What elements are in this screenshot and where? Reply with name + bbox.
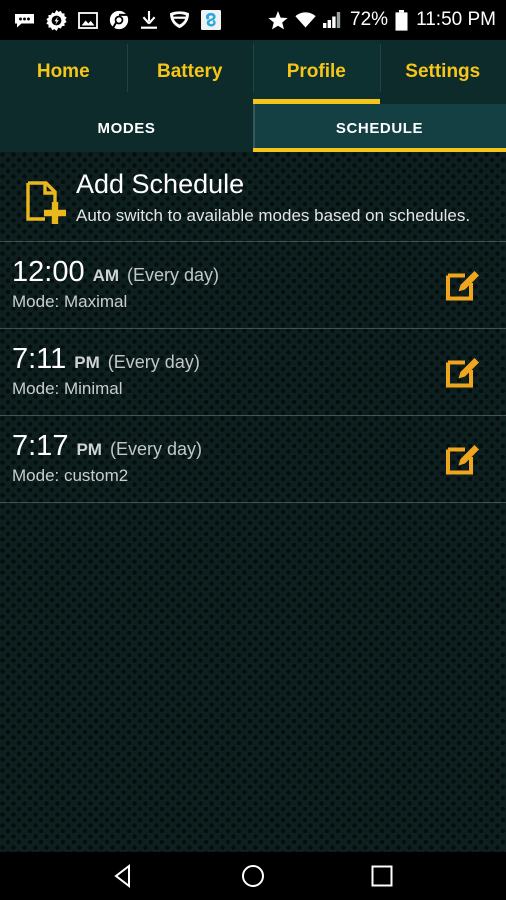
subtab-schedule-label: SCHEDULE — [335, 119, 424, 137]
add-schedule-row[interactable]: Add Schedule Auto switch to available mo… — [0, 152, 506, 241]
cellular-signal-icon — [323, 12, 343, 28]
home-button[interactable] — [223, 852, 283, 900]
schedule-list-item[interactable]: 7:17 PM (Every day) Mode: custom2 — [0, 416, 506, 502]
schedule-content: Add Schedule Auto switch to available mo… — [0, 152, 506, 852]
schedule-time: 7:11 — [12, 343, 67, 375]
divider — [0, 502, 506, 503]
chrome-browser-icon — [109, 10, 129, 30]
gallery-image-icon — [78, 11, 98, 29]
schedule-time: 12:00 — [12, 256, 85, 288]
primary-tab-bar: Home Battery Profile Settings — [0, 40, 506, 104]
subtab-schedule[interactable]: SCHEDULE — [253, 104, 506, 152]
tab-settings[interactable]: Settings — [379, 40, 506, 104]
tab-battery[interactable]: Battery — [126, 40, 254, 104]
add-schedule-text: Add Schedule Auto switch to available mo… — [76, 168, 494, 227]
tab-home-label: Home — [36, 61, 90, 82]
tab-profile-label: Profile — [286, 61, 346, 82]
schedule-mode: Mode: custom2 — [12, 466, 129, 485]
schedule-meridiem: AM — [92, 266, 120, 285]
battery-full-icon — [395, 9, 408, 31]
schedule-details: 7:11 PM (Every day) Mode: Minimal — [12, 342, 434, 400]
edit-pencil-icon[interactable] — [434, 440, 492, 476]
android-navigation-bar — [0, 852, 506, 900]
back-button[interactable] — [94, 852, 154, 900]
vpn-shield-icon — [169, 11, 190, 29]
download-icon — [140, 10, 158, 30]
tab-settings-label: Settings — [405, 61, 481, 82]
schedule-repeat: (Every day) — [107, 352, 200, 372]
subtab-modes-label: MODES — [97, 119, 156, 137]
add-document-icon — [14, 168, 76, 226]
schedule-time-line: 7:17 PM (Every day) — [12, 429, 434, 463]
subtab-modes[interactable]: MODES — [0, 104, 253, 152]
schedule-list-item[interactable]: 12:00 AM (Every day) Mode: Maximal — [0, 242, 506, 328]
status-bar-system-icons: 72% 11:50 PM — [268, 9, 496, 31]
status-bar-clock: 11:50 PM — [416, 9, 496, 30]
schedule-meridiem: PM — [76, 440, 102, 459]
schedule-time-line: 12:00 AM (Every day) — [12, 255, 434, 289]
app-screen: 72% 11:50 PM Home Battery Profile Settin… — [0, 0, 506, 900]
schedule-time-line: 7:11 PM (Every day) — [12, 342, 434, 376]
schedule-mode: Mode: Maximal — [12, 292, 128, 311]
tab-battery-label: Battery — [157, 61, 223, 82]
messages-icon — [14, 13, 35, 28]
status-bar-notification-icons — [14, 9, 268, 31]
secondary-tab-bar: MODES SCHEDULE — [0, 104, 506, 152]
wifi-icon — [295, 12, 316, 28]
tab-home[interactable]: Home — [0, 40, 127, 104]
schedule-repeat: (Every day) — [109, 439, 202, 459]
recents-button[interactable] — [352, 852, 412, 900]
status-bar: 72% 11:50 PM — [0, 0, 506, 40]
edit-pencil-icon[interactable] — [434, 266, 492, 302]
schedule-mode: Mode: Minimal — [12, 379, 123, 398]
schedule-list-item[interactable]: 7:11 PM (Every day) Mode: Minimal — [0, 329, 506, 415]
add-schedule-subtitle: Auto switch to available modes based on … — [76, 206, 471, 225]
schedule-time: 7:17 — [12, 430, 69, 462]
star-icon — [268, 10, 288, 30]
schedule-repeat: (Every day) — [127, 265, 220, 285]
schedule-details: 7:17 PM (Every day) Mode: custom2 — [12, 429, 434, 487]
tab-profile[interactable]: Profile — [253, 40, 380, 104]
schedule-details: 12:00 AM (Every day) Mode: Maximal — [12, 255, 434, 313]
schedule-meridiem: PM — [74, 353, 100, 372]
settings-gear-icon — [46, 9, 67, 31]
app-badge-icon — [201, 10, 221, 30]
edit-pencil-icon[interactable] — [434, 353, 492, 389]
battery-percent-label: 72% — [350, 9, 389, 30]
add-schedule-title: Add Schedule — [76, 169, 245, 199]
